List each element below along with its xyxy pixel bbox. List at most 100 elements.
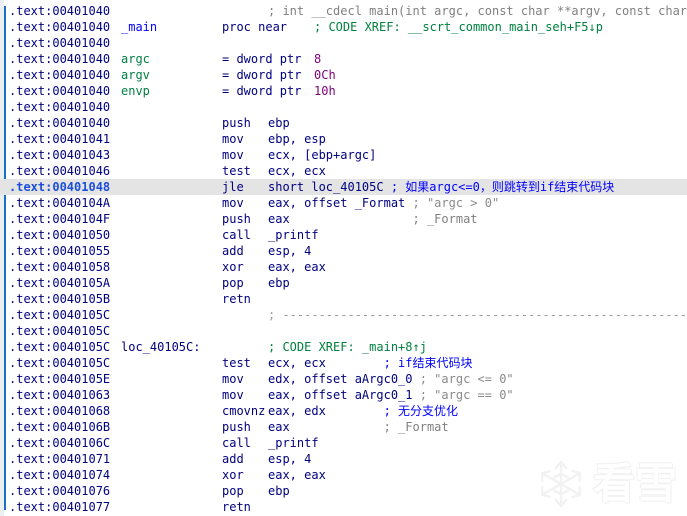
line-address: .text:0040105A [9,276,111,290]
line-symbol[interactable]: argv [121,67,222,83]
line-symbol[interactable]: argc [121,51,222,67]
line-mnemonic: mov [222,132,244,146]
line-operands: eax, offset _Format ; "argc > 0" [268,195,499,211]
disassembly-line[interactable]: .text:0040105C test ecx, ecx ; if结束代码块 [0,355,687,371]
inline-comment-cjk: ; if结束代码块 [383,356,473,370]
inline-comment: ; _Format [383,420,449,434]
disassembly-line[interactable]: .text:00401040 _main proc near ; CODE XREF:… [0,19,687,35]
disassembly-line[interactable]: .text:00401068 cmovnz eax, edx ; 无分支优化 [0,403,687,419]
line-operands: eax, eax [268,468,326,482]
line-mnemonic: test [222,356,251,370]
disassembly-line[interactable]: .text:00401058 xor eax, eax [0,259,687,275]
line-address: .text:00401040 [9,52,111,66]
line-operands: ; int __cdecl main(int argc, const char … [268,3,687,19]
line-address: .text:00401041 [9,132,111,146]
line-mnemonic: xor [222,468,244,482]
line-operands: ebp [268,116,290,130]
disassembly-line[interactable]: .text:00401076 pop ebp [0,483,687,499]
line-address: .text:00401048 [9,180,111,194]
disassembly-line[interactable]: .text:00401050 call _printf [0,227,687,243]
operand-text: short loc_40105C [268,180,391,194]
disassembly-line[interactable]: .text:00401074 xor eax, eax [0,467,687,483]
line-address: .text:0040105C [9,356,111,370]
line-address: .text:00401077 [9,500,111,514]
line-operands: esp, 4 [268,452,312,466]
disassembly-line[interactable]: .text:00401077 retn [0,499,687,515]
line-operands: eax, eax [268,260,326,274]
line-mnemonic: pop [222,276,244,290]
line-address: .text:0040105B [9,292,111,306]
line-operands: eax ; _Format [268,419,449,435]
disassembly-line[interactable]: .text:00401046 test ecx, ecx [0,163,687,179]
disassembly-line[interactable]: .text:00401040 [0,35,687,51]
disassembly-line[interactable]: .text:00401040 [0,99,687,115]
line-mnemonic: = dword ptr [222,84,302,98]
disassembly-line[interactable]: .text:0040105A pop ebp [0,275,687,291]
line-address: .text:0040106B [9,420,111,434]
line-mnemonic: xor [222,260,244,274]
disassembly-line[interactable]: .text:00401040 push ebp [0,115,687,131]
line-address: .text:00401076 [9,484,111,498]
disassembly-line-list[interactable]: .text:00401040 ; int __cdecl main(int arg… [0,0,687,516]
disassembly-line[interactable]: .text:0040104A mov eax, offset _Format ; "… [0,195,687,211]
line-operands: _printf [268,436,319,450]
disassembly-line[interactable]: .text:00401055 add esp, 4 [0,243,687,259]
disassembly-line[interactable]: .text:0040105C [0,323,687,339]
line-operands: eax, offset aArgc0_1 ; "argc == 0" [268,387,514,403]
line-address: .text:00401050 [9,228,111,242]
disassembly-line[interactable]: .text:0040106B push eax ; _Format [0,419,687,435]
disassembly-view[interactable]: .text:00401040 ; int __cdecl main(int arg… [0,0,687,516]
operand-text: eax, offset aArgc0_1 [268,388,420,402]
disassembly-line[interactable]: .text:0040105E mov edx, offset aArgc0_0 ; … [0,371,687,387]
inline-comment-cjk: ; 无分支优化 [383,404,459,418]
disassembly-line[interactable]: .text:00401040 argc = dword ptr 8 [0,51,687,67]
operand-text: eax, edx [268,404,384,418]
disassembly-line[interactable]: .text:00401041 mov ebp, esp [0,131,687,147]
line-operands: ebp [268,276,290,290]
line-address: .text:0040105E [9,372,111,386]
line-operands: ecx, ecx ; if结束代码块 [268,355,473,371]
line-address: .text:0040105C [9,324,111,338]
line-mnemonic: cmovnz [222,404,266,418]
line-operands: ebp, esp [268,132,326,146]
line-mnemonic: mov [222,388,244,402]
line-address: .text:00401068 [9,404,111,418]
disassembly-line[interactable]: .text:0040106C call _printf [0,435,687,451]
disassembly-line[interactable]: .text:00401048 jle short loc_40105C ; 如果ar… [0,179,687,195]
disassembly-line[interactable]: .text:0040105B retn [0,291,687,307]
disassembly-line[interactable]: .text:00401071 add esp, 4 [0,451,687,467]
disassembly-line[interactable]: .text:00401063 mov eax, offset aArgc0_1 ; … [0,387,687,403]
line-mnemonic: pop [222,484,244,498]
line-mnemonic: push [222,212,251,226]
line-operands: edx, offset aArgc0_0 ; "argc <= 0" [268,371,514,387]
line-address: .text:00401040 [9,4,111,18]
string-literal-comment: ; "argc <= 0" [419,372,514,386]
line-address: .text:00401046 [9,164,111,178]
line-mnemonic: push [222,116,251,130]
disassembly-line[interactable]: .text:00401040 argv = dword ptr 0Ch [0,67,687,83]
line-symbol[interactable]: _main [121,19,222,35]
inline-comment: ; int __cdecl main(int argc, const char … [268,4,687,18]
line-mnemonic: mov [222,196,244,210]
line-address: .text:0040105C [9,340,111,354]
line-mnemonic: = dword ptr [222,52,302,66]
line-operands: _printf [268,228,319,242]
line-mnemonic: add [222,244,244,258]
disassembly-line[interactable]: .text:0040105C ; ------------------------… [0,307,687,323]
line-symbol[interactable]: envp [121,83,222,99]
line-mnemonic: call [222,228,251,242]
disassembly-line[interactable]: .text:0040105C loc_40105C: ; CODE XREF: _m… [0,339,687,355]
line-address: .text:00401058 [9,260,111,274]
disassembly-line[interactable]: .text:00401040 ; int __cdecl main(int arg… [0,3,687,19]
disassembly-line[interactable]: .text:0040104F push eax ; _Format [0,211,687,227]
disassembly-line[interactable]: .text:00401043 mov ecx, [ebp+argc] [0,147,687,163]
line-symbol[interactable]: loc_40105C: [121,339,222,355]
line-operands: ; CODE XREF: __scrt_common_main_seh+F5↓p [314,20,603,34]
disassembly-line[interactable]: .text:00401040 envp = dword ptr 10h [0,83,687,99]
line-operands: eax, edx ; 无分支优化 [268,403,458,419]
operand-text: eax, offset _Format [268,196,413,210]
line-address: .text:00401043 [9,148,111,162]
operand-text: eax [268,420,384,434]
line-address: .text:00401040 [9,36,111,50]
line-mnemonic: proc near [222,20,288,34]
